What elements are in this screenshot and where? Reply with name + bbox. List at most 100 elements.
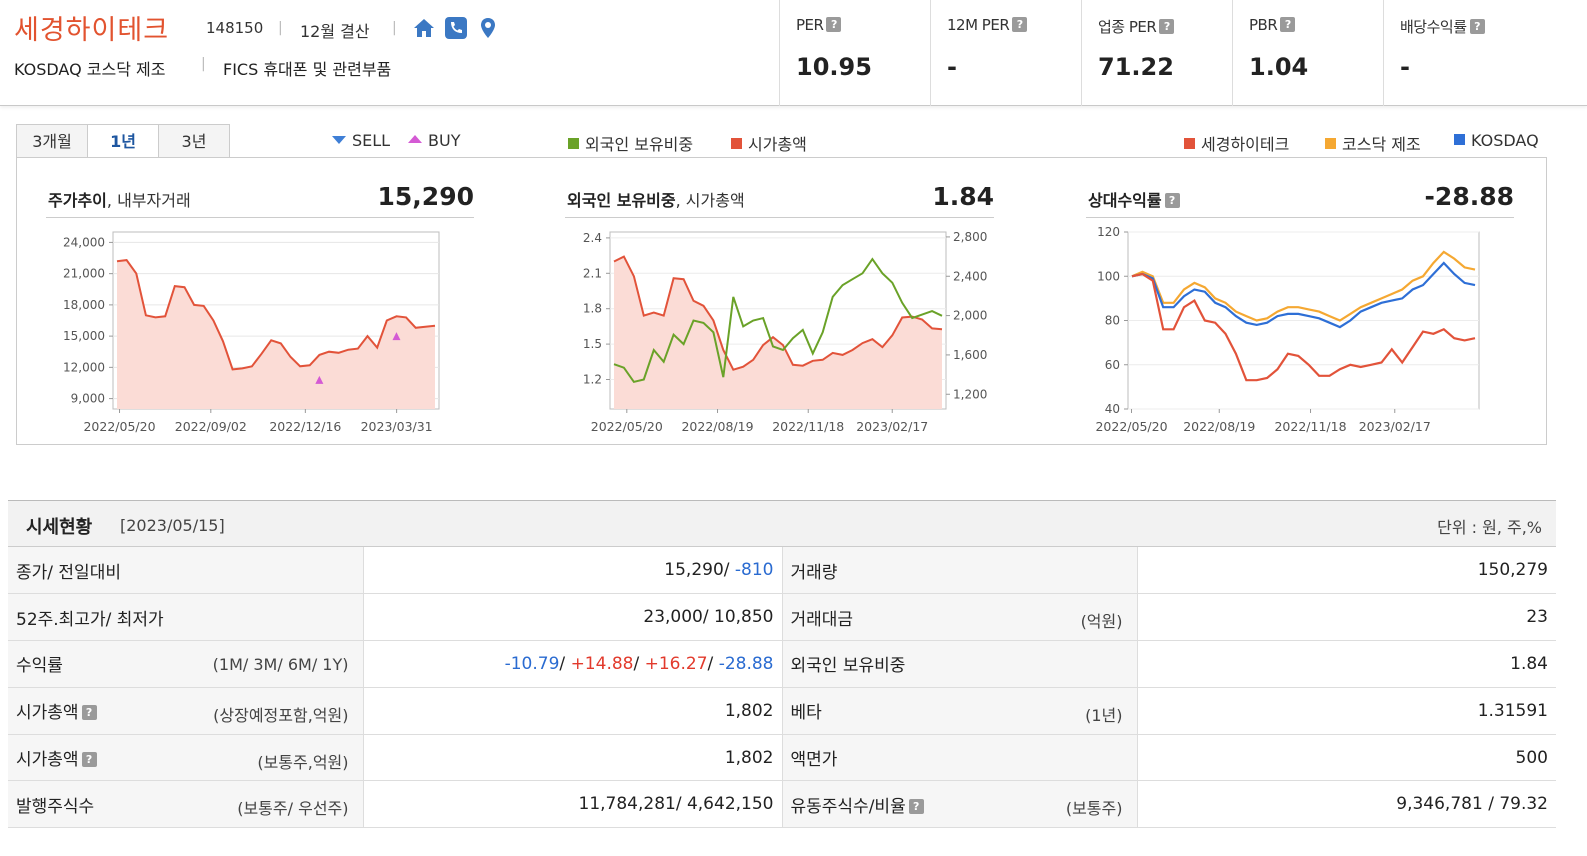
y-tick-label: 2.4: [583, 231, 602, 245]
legend-label: 코스닥 제조: [1342, 135, 1421, 154]
stock-header: 세경하이테크 148150 | 12월 결산 | KOSDAQ 코스닥 제조 |…: [0, 0, 1587, 106]
sector-label: FICS 휴대폰 및 관련부품: [223, 60, 392, 79]
row-value: 23: [1136, 593, 1556, 642]
metric-value: 10.95: [796, 53, 872, 81]
row-value: 15,290/ -810: [362, 547, 782, 595]
help-icon[interactable]: ?: [908, 798, 924, 814]
help-icon[interactable]: ?: [1164, 193, 1180, 208]
legend-foreign: 외국인 보유비중: [568, 131, 693, 155]
help-icon[interactable]: ?: [826, 17, 842, 32]
legend-sell: SELL: [332, 131, 390, 150]
y2-tick-label: 2,000: [953, 309, 987, 323]
metric-pbr: PBR? 1.04: [1232, 0, 1383, 106]
x-tick-label: 2023/02/17: [856, 419, 928, 434]
market-status-table: 종가/ 전일대비 15,290/ -810 거래량 150,279 52주.최고…: [8, 547, 1556, 829]
row-value: 500: [1136, 734, 1556, 782]
legend-label: KOSDAQ: [1471, 131, 1539, 150]
y-tick-label: 12,000: [63, 360, 105, 374]
market-status-header: 시세현황 [2023/05/15] 단위 : 원, 주,%: [8, 500, 1556, 547]
row-label: 거래량: [781, 547, 1137, 595]
row-value: 11,784,281/ 4,642,150: [362, 780, 782, 829]
row-sublabel: (보통주,억원): [257, 752, 349, 772]
legend-label: BUY: [428, 131, 461, 150]
row-label: 베타 (1년): [781, 687, 1137, 735]
help-icon[interactable]: ?: [1159, 19, 1175, 34]
return-3m: +14.88: [570, 653, 634, 674]
metric-label: PBR: [1249, 16, 1278, 34]
metric-label: 12M PER: [947, 16, 1010, 34]
row-value: 1,802: [362, 687, 782, 735]
legend-label: 시가총액: [748, 135, 807, 154]
x-tick-label: 2022/09/02: [175, 419, 247, 434]
row-sublabel: (1M/ 3M/ 6M/ 1Y): [212, 655, 349, 675]
x-tick-label: 2022/08/19: [681, 419, 753, 434]
metric-label: PER: [796, 16, 824, 34]
row-value: 1.84: [1136, 640, 1556, 688]
y-tick-label: 9,000: [71, 392, 105, 406]
x-tick-label: 2023/02/17: [1359, 419, 1431, 434]
table-row: 종가/ 전일대비 15,290/ -810 거래량 150,279: [8, 547, 1556, 595]
y-tick-label: 80: [1105, 314, 1120, 328]
row-sublabel: (억원): [1080, 612, 1123, 632]
row-sublabel: (보통주): [1065, 799, 1123, 819]
row-sublabel: (1년): [1085, 705, 1123, 725]
legend-swatch: [1454, 134, 1465, 145]
stock-code: 148150: [206, 19, 264, 37]
section-unit: 단위 : 원, 주,%: [1437, 518, 1542, 537]
row-label: 발행주식수 (보통주/ 우선주): [8, 780, 363, 829]
row-value: 1,802: [362, 734, 782, 782]
table-row: 52주.최고가/ 최저가 23,000/ 10,850 거래대금 (억원) 23: [8, 593, 1556, 642]
metric-12m-per: 12M PER? -: [930, 0, 1081, 106]
price-panel-value: 15,290: [377, 182, 474, 211]
tab-3y[interactable]: 3년: [158, 124, 230, 158]
price-panel-title: 주가추이, 내부자거래: [48, 191, 191, 210]
metric-label: 배당수익률: [1400, 18, 1467, 36]
legend-swatch: [568, 138, 579, 149]
row-label: 액면가: [781, 734, 1137, 782]
metric-value: 71.22: [1098, 53, 1174, 81]
tab-3m[interactable]: 3개월: [16, 124, 88, 158]
panel-divider: [46, 217, 474, 218]
x-tick-label: 2022/05/20: [83, 419, 155, 434]
phone-icon[interactable]: [444, 16, 468, 40]
x-tick-label: 2022/11/18: [1274, 419, 1346, 434]
y2-tick-label: 1,200: [953, 387, 987, 401]
y-tick-label: 21,000: [63, 267, 105, 281]
x-tick-label: 2022/08/19: [1183, 419, 1255, 434]
row-label: 종가/ 전일대비: [8, 547, 363, 595]
table-row: 수익률 (1M/ 3M/ 6M/ 1Y) -10.79/ +14.88/ +16.…: [8, 640, 1556, 688]
return-1m: -10.79: [504, 653, 560, 674]
home-icon[interactable]: [412, 16, 436, 40]
help-icon[interactable]: ?: [81, 752, 97, 768]
buy-marker-icon: [408, 135, 422, 143]
legend-swatch: [1184, 138, 1195, 149]
legend-buy: BUY: [408, 131, 460, 150]
row-label: 52주.최고가/ 최저가: [8, 593, 363, 642]
row-value: 23,000/ 10,850: [362, 593, 782, 642]
tab-1y[interactable]: 1년: [87, 124, 159, 158]
x-tick-label: 2023/03/31: [361, 419, 433, 434]
y-tick-label: 24,000: [63, 235, 105, 249]
foreign-marketcap-chart: 2.4 2.1 1.8 1.5 1.2 2,800 2,400 2,000 1,600 1,200…: [583, 230, 987, 434]
x-tick-label: 2022/05/20: [591, 419, 663, 434]
x-tick-label: 2022/12/16: [269, 419, 341, 434]
x-tick-label: 2022/11/18: [772, 419, 844, 434]
relative-return-chart: 120 100 80 60 40 2022/05/20 2022/08/19 2022/11/…: [1095, 225, 1480, 434]
company-name: 세경하이테크: [14, 15, 170, 46]
foreign-panel-value: 1.84: [932, 182, 994, 211]
legend-marketcap: 시가총액: [731, 131, 807, 155]
help-icon[interactable]: ?: [1469, 19, 1485, 34]
help-icon[interactable]: ?: [81, 705, 97, 721]
relative-panel-title: 상대수익률?: [1088, 187, 1180, 211]
return-1y: -28.88: [718, 653, 774, 674]
relative-panel-value: -28.88: [1424, 182, 1514, 211]
help-icon[interactable]: ?: [1280, 17, 1296, 32]
map-pin-icon[interactable]: [476, 16, 500, 40]
divider: |: [201, 56, 206, 72]
price-chart: 24,000 21,000 18,000 15,000 12,000 9,000 2022/…: [63, 231, 440, 434]
metric-value: 1.04: [1249, 53, 1309, 81]
sell-marker-icon: [332, 136, 346, 144]
row-label: 시가총액? (보통주,억원): [8, 734, 363, 782]
row-label: 외국인 보유비중: [781, 640, 1137, 688]
help-icon[interactable]: ?: [1012, 17, 1028, 32]
